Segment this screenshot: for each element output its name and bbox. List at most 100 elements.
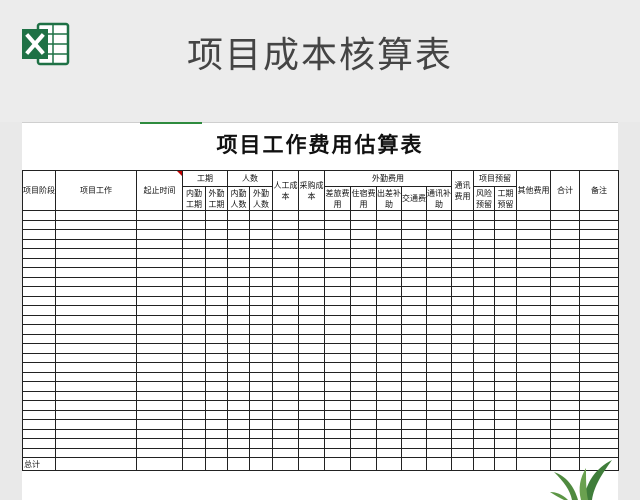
total-cell[interactable] xyxy=(376,457,402,471)
table-cell[interactable] xyxy=(473,210,496,221)
table-cell[interactable] xyxy=(324,324,351,335)
table-cell[interactable] xyxy=(579,343,620,354)
table-cell[interactable] xyxy=(425,324,453,335)
table-cell[interactable] xyxy=(473,419,496,430)
table-cell[interactable] xyxy=(22,371,56,382)
table-cell[interactable] xyxy=(182,409,206,420)
table-cell[interactable] xyxy=(324,257,351,268)
table-cell[interactable] xyxy=(272,248,299,259)
table-cell[interactable] xyxy=(227,286,250,297)
table-cell[interactable] xyxy=(425,305,453,316)
table-cell[interactable] xyxy=(182,295,206,306)
total-cell[interactable] xyxy=(272,457,299,471)
table-cell[interactable] xyxy=(473,257,496,268)
table-cell[interactable] xyxy=(249,390,273,401)
table-cell[interactable] xyxy=(55,305,137,316)
table-cell[interactable] xyxy=(579,210,620,221)
table-cell[interactable] xyxy=(205,362,228,373)
table-cell[interactable] xyxy=(22,400,56,411)
table-cell[interactable] xyxy=(579,400,620,411)
table-cell[interactable] xyxy=(350,438,377,449)
table-cell[interactable] xyxy=(249,438,273,449)
table-cell[interactable] xyxy=(182,333,206,344)
table-cell[interactable] xyxy=(350,286,377,297)
table-cell[interactable] xyxy=(272,419,299,430)
table-cell[interactable] xyxy=(350,324,377,335)
table-cell[interactable] xyxy=(182,419,206,430)
table-cell[interactable] xyxy=(227,295,250,306)
table-cell[interactable] xyxy=(298,229,325,240)
table-cell[interactable] xyxy=(473,248,496,259)
table-cell[interactable] xyxy=(324,390,351,401)
table-cell[interactable] xyxy=(516,257,552,268)
table-cell[interactable] xyxy=(350,419,377,430)
table-cell[interactable] xyxy=(425,447,453,458)
table-cell[interactable] xyxy=(55,447,137,458)
table-cell[interactable] xyxy=(22,362,56,373)
table-cell[interactable] xyxy=(516,371,552,382)
table-cell[interactable] xyxy=(324,229,351,240)
table-cell[interactable] xyxy=(227,276,250,287)
table-cell[interactable] xyxy=(205,286,228,297)
table-cell[interactable] xyxy=(451,257,475,268)
table-cell[interactable] xyxy=(324,219,351,230)
table-cell[interactable] xyxy=(272,400,299,411)
total-cell[interactable] xyxy=(494,457,518,471)
table-cell[interactable] xyxy=(298,219,325,230)
table-cell[interactable] xyxy=(324,419,351,430)
table-cell[interactable] xyxy=(473,438,496,449)
table-cell[interactable] xyxy=(401,314,427,325)
table-cell[interactable] xyxy=(136,248,183,259)
table-cell[interactable] xyxy=(136,267,183,278)
table-cell[interactable] xyxy=(401,371,427,382)
table-cell[interactable] xyxy=(451,333,475,344)
table-cell[interactable] xyxy=(227,447,250,458)
table-cell[interactable] xyxy=(401,219,427,230)
table-cell[interactable] xyxy=(298,276,325,287)
table-cell[interactable] xyxy=(136,343,183,354)
table-cell[interactable] xyxy=(401,267,427,278)
table-cell[interactable] xyxy=(182,238,206,249)
table-cell[interactable] xyxy=(401,276,427,287)
table-cell[interactable] xyxy=(136,400,183,411)
table-cell[interactable] xyxy=(425,438,453,449)
table-cell[interactable] xyxy=(324,381,351,392)
table-cell[interactable] xyxy=(182,400,206,411)
table-cell[interactable] xyxy=(401,343,427,354)
table-cell[interactable] xyxy=(550,438,581,449)
total-cell[interactable] xyxy=(298,457,325,471)
table-cell[interactable] xyxy=(205,314,228,325)
table-cell[interactable] xyxy=(376,409,402,420)
table-cell[interactable] xyxy=(516,219,552,230)
table-cell[interactable] xyxy=(249,352,273,363)
table-cell[interactable] xyxy=(350,343,377,354)
table-cell[interactable] xyxy=(350,333,377,344)
table-cell[interactable] xyxy=(272,371,299,382)
table-cell[interactable] xyxy=(55,238,137,249)
table-cell[interactable] xyxy=(22,248,56,259)
table-cell[interactable] xyxy=(350,238,377,249)
table-cell[interactable] xyxy=(182,286,206,297)
table-cell[interactable] xyxy=(324,409,351,420)
table-cell[interactable] xyxy=(55,438,137,449)
table-cell[interactable] xyxy=(22,352,56,363)
table-cell[interactable] xyxy=(298,409,325,420)
table-cell[interactable] xyxy=(550,371,581,382)
table-cell[interactable] xyxy=(473,390,496,401)
table-cell[interactable] xyxy=(350,381,377,392)
table-cell[interactable] xyxy=(55,371,137,382)
table-cell[interactable] xyxy=(324,371,351,382)
table-cell[interactable] xyxy=(473,219,496,230)
table-cell[interactable] xyxy=(298,333,325,344)
table-cell[interactable] xyxy=(55,229,137,240)
total-cell[interactable] xyxy=(249,457,273,471)
table-cell[interactable] xyxy=(22,305,56,316)
table-cell[interactable] xyxy=(579,238,620,249)
table-cell[interactable] xyxy=(249,229,273,240)
table-cell[interactable] xyxy=(516,390,552,401)
table-cell[interactable] xyxy=(298,267,325,278)
table-cell[interactable] xyxy=(494,276,518,287)
table-cell[interactable] xyxy=(272,305,299,316)
table-cell[interactable] xyxy=(136,352,183,363)
table-cell[interactable] xyxy=(182,343,206,354)
